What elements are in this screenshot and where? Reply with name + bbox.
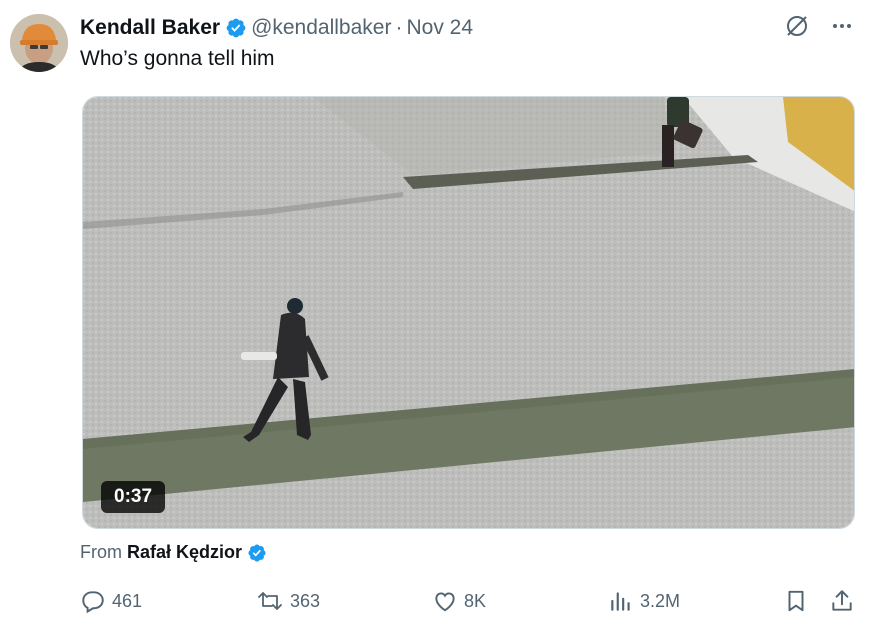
header-actions bbox=[784, 14, 854, 42]
tweet-text: Who’s gonna tell him bbox=[80, 47, 275, 70]
author-avatar[interactable] bbox=[10, 14, 68, 72]
share-button[interactable] bbox=[829, 588, 855, 614]
video-frame bbox=[83, 97, 854, 528]
share-icon bbox=[832, 590, 852, 611]
repost-button[interactable]: 363 bbox=[256, 588, 320, 614]
separator-dot: · bbox=[395, 16, 403, 39]
tweet-date[interactable]: Nov 24 bbox=[406, 16, 473, 40]
source-author-name[interactable]: Rafał Kędzior bbox=[127, 542, 242, 563]
reply-icon bbox=[82, 591, 104, 614]
views-button[interactable]: 3.2M bbox=[608, 588, 680, 614]
bookmark-icon bbox=[788, 590, 804, 612]
from-label: From bbox=[80, 542, 122, 562]
like-icon bbox=[435, 592, 455, 612]
tweet-header: Kendall Baker @kendallbaker · Nov 24 bbox=[80, 14, 473, 42]
verified-badge-icon[interactable] bbox=[247, 543, 267, 563]
bookmark-button[interactable] bbox=[783, 588, 809, 614]
reply-count: 461 bbox=[112, 590, 143, 611]
more-icon[interactable] bbox=[830, 14, 854, 43]
repost-count: 363 bbox=[290, 590, 321, 611]
grok-icon[interactable] bbox=[784, 13, 810, 44]
video-duration: 0:37 bbox=[101, 481, 166, 513]
views-icon bbox=[611, 592, 630, 611]
author-handle[interactable]: @kendallbaker bbox=[251, 16, 391, 40]
verified-badge-icon[interactable] bbox=[225, 17, 247, 39]
reply-button[interactable]: 461 bbox=[80, 588, 142, 614]
author-name[interactable]: Kendall Baker bbox=[80, 16, 220, 40]
view-count: 3.2M bbox=[640, 590, 681, 611]
video-player[interactable]: 0:37 bbox=[82, 96, 855, 529]
like-count: 8K bbox=[464, 590, 487, 611]
video-source: From Rafał Kędzior bbox=[80, 542, 271, 563]
like-button[interactable]: 8K bbox=[432, 588, 486, 614]
tweet-action-bar: 461 363 8K 3.2M bbox=[80, 588, 858, 616]
repost-icon bbox=[258, 592, 282, 610]
